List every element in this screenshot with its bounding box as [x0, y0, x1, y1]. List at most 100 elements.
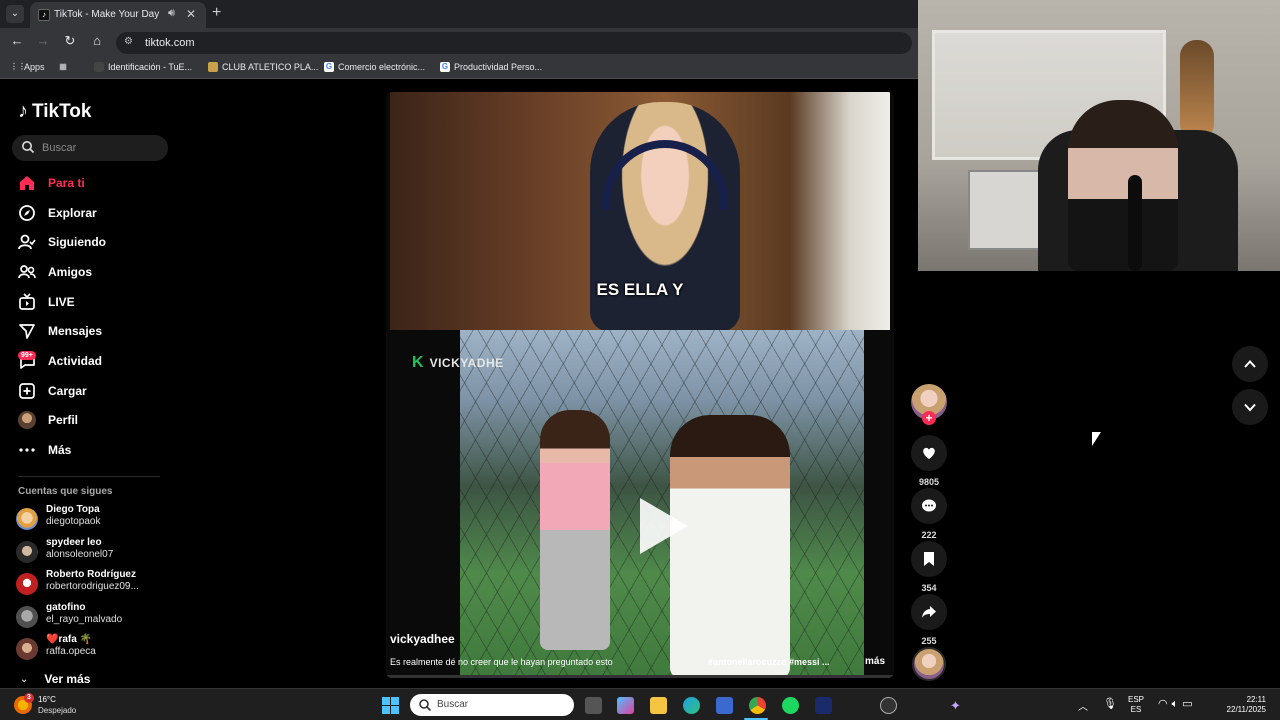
- more-icon: [19, 448, 35, 452]
- url-text: tiktok.com: [145, 37, 195, 49]
- following-account[interactable]: ❤️rafa 🌴 raffa.opeca: [16, 634, 166, 664]
- apps-launcher-icon[interactable]: ▦: [58, 62, 68, 72]
- language-indicator[interactable]: ESP ES: [1128, 695, 1144, 715]
- reload-button[interactable]: ↻: [61, 33, 79, 49]
- taskbar-search-input[interactable]: Buscar ✦: [410, 694, 961, 716]
- comment-icon: [911, 488, 947, 524]
- site-info-icon[interactable]: ⚙: [124, 36, 133, 47]
- avatar: [16, 508, 38, 530]
- share-button[interactable]: 255: [911, 594, 947, 646]
- like-count: 9805: [918, 477, 940, 487]
- following-account[interactable]: spydeer leo alonsoleonel07: [16, 537, 166, 567]
- new-tab-button[interactable]: +: [212, 4, 221, 22]
- tiktok-note-icon: ♪: [18, 100, 28, 122]
- profile-avatar: [18, 411, 36, 429]
- address-bar[interactable]: ⚙ tiktok.com: [116, 32, 912, 54]
- follow-plus-icon[interactable]: +: [922, 411, 936, 425]
- video-person-image: [540, 410, 610, 650]
- save-button[interactable]: 354: [911, 541, 947, 593]
- account-handle: robertorodriguez09...: [46, 581, 139, 592]
- upload-icon: [19, 383, 35, 399]
- bookmark-comercio[interactable]: G Comercio electrónic...: [324, 62, 425, 72]
- wifi-volume-battery-icon[interactable]: ◠🔈︎▭: [1158, 697, 1197, 711]
- video-hashtags[interactable]: #antonellarocuzzo #messi ...: [708, 657, 830, 667]
- video-player[interactable]: ES ELLA Y K VICKYADHE vickyadhee Es real…: [386, 92, 894, 678]
- mouse-cursor-icon: [1092, 432, 1101, 446]
- bookmarks-bar: ⋮⋮ Apps ▦ Identificación - TuE... CLUB A…: [0, 57, 918, 79]
- following-account[interactable]: Diego Topa diegotopaok: [16, 504, 166, 534]
- nav-mas[interactable]: Más: [18, 438, 71, 462]
- account-name: gatofino: [46, 602, 86, 613]
- avatar: [16, 606, 38, 628]
- bookmark-identificacion[interactable]: Identificación - TuE...: [94, 62, 192, 72]
- account-name: Roberto Rodríguez: [46, 569, 136, 580]
- previous-video-button[interactable]: [1232, 346, 1268, 382]
- nav-explorar[interactable]: Explorar: [18, 201, 97, 225]
- app-icon[interactable]: [815, 697, 832, 714]
- app-icon[interactable]: [880, 697, 897, 714]
- following-icon: [18, 234, 36, 250]
- see-more-button[interactable]: ⌄ Ver más: [20, 672, 90, 686]
- back-button[interactable]: ←: [8, 33, 26, 48]
- sound-disc-avatar[interactable]: [912, 647, 946, 681]
- copilot-icon[interactable]: [617, 697, 634, 714]
- webcam-microphone-image: [1128, 175, 1142, 271]
- speaker-icon[interactable]: 🔊︎: [168, 7, 175, 20]
- nav-mensajes[interactable]: Mensajes: [18, 319, 102, 343]
- close-tab-icon[interactable]: ✕: [186, 7, 196, 21]
- nav-cargar[interactable]: Cargar: [18, 379, 87, 403]
- nav-label: Perfil: [48, 413, 79, 427]
- file-explorer-icon[interactable]: [650, 697, 667, 714]
- nav-perfil[interactable]: Perfil: [18, 408, 78, 432]
- lang-code: ESP: [1128, 695, 1145, 704]
- task-view-icon[interactable]: [585, 697, 602, 714]
- search-input[interactable]: Buscar: [12, 135, 168, 161]
- video-author[interactable]: vickyadhee: [390, 632, 455, 646]
- tiktok-logo[interactable]: ♪ TikTok: [18, 100, 91, 123]
- screen: ⌄ ♪ TikTok - Make Your Day 🔊︎ ✕ + ← → ↻ …: [0, 0, 1280, 720]
- nav-amigos[interactable]: Amigos: [18, 260, 92, 284]
- like-button[interactable]: 9805: [911, 435, 947, 487]
- spotify-icon[interactable]: [782, 697, 799, 714]
- bookmark-apps[interactable]: ⋮⋮ Apps: [10, 62, 45, 72]
- kick-logo-icon: K: [412, 354, 424, 371]
- logo-text: TikTok: [32, 100, 92, 122]
- home-button[interactable]: ⌂: [88, 33, 106, 48]
- video-caption-overlay: ES ELLA Y: [596, 280, 684, 299]
- video-progress-bar[interactable]: [386, 675, 894, 678]
- bookmark-club-atletico[interactable]: CLUB ATLETICO PLA...: [208, 62, 318, 72]
- save-count: 354: [921, 583, 937, 593]
- clock-time: 22:11: [1246, 695, 1266, 704]
- nav-label: Mensajes: [48, 324, 103, 338]
- nav-label: Actividad: [48, 354, 103, 368]
- chevron-up-icon[interactable]: ︿: [1078, 698, 1088, 713]
- windows-start-icon[interactable]: [382, 697, 399, 714]
- bookmark-productividad[interactable]: G Productividad Perso...: [440, 62, 542, 72]
- notification-badge: 99+: [18, 351, 36, 360]
- edge-icon[interactable]: [683, 697, 700, 714]
- forward-button[interactable]: →: [34, 33, 52, 48]
- microsoft-store-icon[interactable]: [716, 697, 733, 714]
- next-video-button[interactable]: [1232, 389, 1268, 425]
- video-person-image: [670, 415, 790, 678]
- nav-siguiendo[interactable]: Siguiendo: [18, 230, 106, 254]
- clock[interactable]: 22:11 22/11/2025: [1212, 695, 1266, 715]
- browser-tab[interactable]: ♪ TikTok - Make Your Day 🔊︎ ✕: [30, 2, 206, 28]
- tab-search-button[interactable]: ⌄: [6, 5, 24, 23]
- play-icon[interactable]: [640, 498, 688, 554]
- weather-alert-badge: 3: [24, 693, 34, 703]
- nav-label: Amigos: [48, 265, 93, 279]
- home-icon: [20, 176, 34, 190]
- following-account[interactable]: gatofino el_rayo_malvado: [16, 602, 166, 632]
- chrome-icon[interactable]: [749, 697, 766, 714]
- microphone-icon[interactable]: 🎙︎: [1103, 697, 1117, 710]
- comment-button[interactable]: 222: [911, 488, 947, 540]
- nav-label: Para ti: [48, 176, 85, 190]
- compass-icon: [19, 205, 35, 221]
- more-button[interactable]: más: [865, 656, 885, 667]
- following-account[interactable]: Roberto Rodríguez robertorodriguez09...: [16, 569, 166, 599]
- search-icon: [419, 699, 432, 712]
- nav-live[interactable]: LIVE: [18, 290, 75, 314]
- nav-para-ti[interactable]: Para ti: [18, 171, 85, 195]
- see-more-label: Ver más: [44, 672, 91, 686]
